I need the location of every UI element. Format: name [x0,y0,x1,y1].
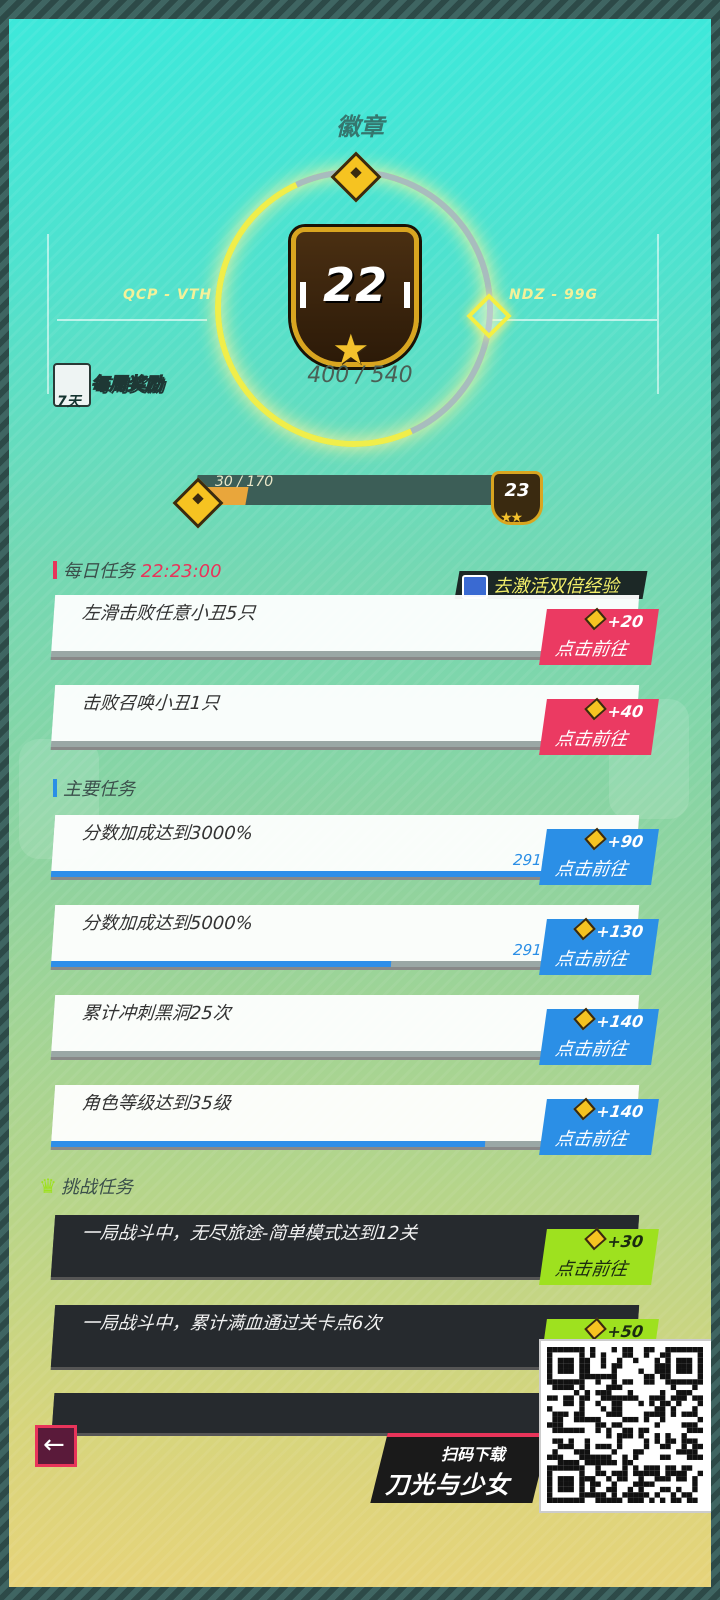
page-title: 徽章 [336,113,384,141]
reward-value: +20 [606,612,645,631]
weekly-reward-button[interactable]: 7天 每周奖励 [53,359,203,411]
coin-icon [584,827,608,851]
next-badge[interactable]: 23 ★★ [491,471,543,526]
main-section-title: 主要任务 [53,775,135,801]
main-title: 主要任务 [63,779,135,800]
go-button-label: 点击前往 [553,1129,629,1150]
reward-amount: +90 [584,827,645,851]
go-button[interactable]: +140 点击前往 [539,1007,659,1065]
coin-icon [573,1007,597,1031]
section-marker [53,561,57,579]
left-connector-line [57,319,207,321]
go-button[interactable]: +90 点击前往 [539,827,659,885]
badge-screen: 徽章 QCP - VTH NDZ - 99G 22 ★ 400 / 540 7天… [9,19,711,1587]
reward-value: +30 [606,1232,645,1251]
coin-icon [584,697,608,721]
go-button-label: 点击前往 [553,1259,629,1280]
challenge-title: 挑战任务 [60,1177,133,1198]
go-button-label: 点击前往 [553,859,629,880]
left-code: QCP - VTH [123,287,213,303]
right-connector-line [489,319,657,321]
go-button[interactable]: +30 点击前往 [539,1227,659,1285]
go-button[interactable]: +40 点击前往 [539,697,659,755]
qr-code-pattern [547,1347,703,1503]
coin-icon [584,1227,608,1251]
reward-value: +40 [606,702,645,721]
arrow-left-icon: ← [43,1430,65,1460]
promo-game-name: 刀光与少女 [385,1471,510,1499]
go-button-label: 点击前往 [553,949,629,970]
back-button[interactable]: ← [35,1425,77,1467]
go-button[interactable]: +140 点击前往 [539,1097,659,1155]
reward-amount: +140 [573,1007,645,1031]
coin-icon [573,1097,597,1121]
badge-level: 22 [322,258,387,312]
reward-value: +140 [595,1102,645,1121]
task-label: 左滑击败任意小丑5只 [81,603,257,624]
task-progress-fill [50,1141,486,1147]
go-button[interactable]: +20 点击前往 [539,607,659,665]
promo-scan-label: 扫码下载 [441,1445,506,1464]
calendar-icon: 7天 [53,363,91,410]
task-label: 击败召唤小丑1只 [81,693,221,714]
coin-icon [573,917,597,941]
task-label: 一局战斗中，无尽旅途-简单模式达到12关 [81,1223,419,1244]
task-label: 角色等级达到35级 [81,1093,232,1114]
trophy-icon: ♛ [39,1174,57,1198]
next-badge-stars-icon: ★★ [500,510,523,526]
task-progress-fill [50,871,618,877]
go-button-label: 点击前往 [553,1039,629,1060]
reward-value: +90 [606,832,645,851]
coin-icon [584,607,608,631]
reward-value: +130 [595,922,645,941]
daily-title: 每日任务 [63,561,135,582]
current-badge[interactable]: 22 ★ [291,227,419,374]
go-button-label: 点击前往 [553,729,629,750]
task-label: 分数加成达到3000% [81,823,254,844]
reward-amount: +20 [584,607,645,631]
go-button-label: 点击前往 [553,639,629,660]
coin-icon [584,1317,608,1341]
task-label: 累计冲刺黑洞25次 [81,1003,232,1024]
weekly-reward-label: 每周奖励 [91,374,164,396]
qr-code [539,1339,711,1513]
reward-amount: +140 [573,1097,645,1121]
daily-section-title: 每日任务 22:23:00 [53,557,222,583]
reward-amount: +130 [573,917,645,941]
right-code: NDZ - 99G [509,287,599,303]
reward-amount: +40 [584,697,645,721]
go-button[interactable]: +130 点击前往 [539,917,659,975]
reward-value: +140 [595,1012,645,1031]
task-progress-fill [50,961,392,967]
challenge-section-title: ♛ 挑战任务 [39,1173,133,1199]
level-progress-text: 30 / 170 [215,474,274,490]
task-label: 分数加成达到5000% [81,913,254,934]
task-label: 一局战斗中，累计满血通过关卡点6次 [81,1313,383,1334]
daily-timer: 22:23:00 [140,561,222,582]
next-badge-level: 23 [504,480,530,501]
section-marker [53,779,57,797]
reward-amount: +50 [584,1317,645,1341]
calendar-icon-label: 7天 [57,394,81,410]
reward-amount: +30 [584,1227,645,1251]
